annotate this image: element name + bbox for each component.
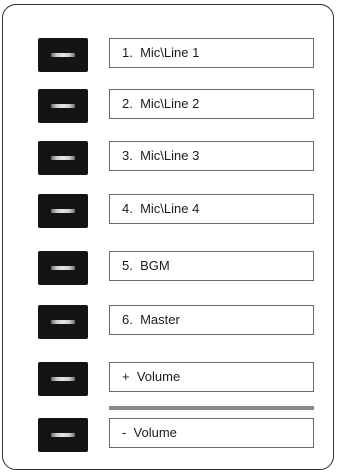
- mic-line-4-label: 4. Mic\Line 4: [109, 194, 314, 224]
- channel-row-7: + Volume: [3, 362, 335, 396]
- mic-line-4-button[interactable]: [38, 194, 88, 228]
- divider: [109, 406, 314, 410]
- mic-line-3-button[interactable]: [38, 141, 88, 175]
- channel-row-5: 5. BGM: [3, 251, 335, 285]
- button-indicator-icon: [51, 433, 75, 437]
- mic-line-1-button[interactable]: [38, 38, 88, 72]
- button-indicator-icon: [51, 156, 75, 160]
- button-indicator-icon: [51, 377, 75, 381]
- master-button[interactable]: [38, 305, 88, 339]
- volume-down-label: - Volume: [109, 418, 314, 448]
- button-indicator-icon: [51, 320, 75, 324]
- mic-line-3-label: 3. Mic\Line 3: [109, 141, 314, 171]
- master-label: 6. Master: [109, 305, 314, 335]
- channel-row-2: 2. Mic\Line 2: [3, 89, 335, 123]
- mic-line-1-label: 1. Mic\Line 1: [109, 38, 314, 68]
- button-indicator-icon: [51, 53, 75, 57]
- channel-row-1: 1. Mic\Line 1: [3, 38, 335, 72]
- button-indicator-icon: [51, 266, 75, 270]
- control-panel: 1. Mic\Line 1 2. Mic\Line 2 3. Mic\Line …: [2, 4, 334, 470]
- mic-line-2-button[interactable]: [38, 89, 88, 123]
- channel-row-6: 6. Master: [3, 305, 335, 339]
- button-indicator-icon: [51, 209, 75, 213]
- bgm-button[interactable]: [38, 251, 88, 285]
- mic-line-2-label: 2. Mic\Line 2: [109, 89, 314, 119]
- volume-up-button[interactable]: [38, 362, 88, 396]
- volume-up-label: + Volume: [109, 362, 314, 392]
- channel-row-3: 3. Mic\Line 3: [3, 141, 335, 175]
- channel-row-4: 4. Mic\Line 4: [3, 194, 335, 228]
- bgm-label: 5. BGM: [109, 251, 314, 281]
- channel-row-8: - Volume: [3, 418, 335, 452]
- volume-down-button[interactable]: [38, 418, 88, 452]
- button-indicator-icon: [51, 104, 75, 108]
